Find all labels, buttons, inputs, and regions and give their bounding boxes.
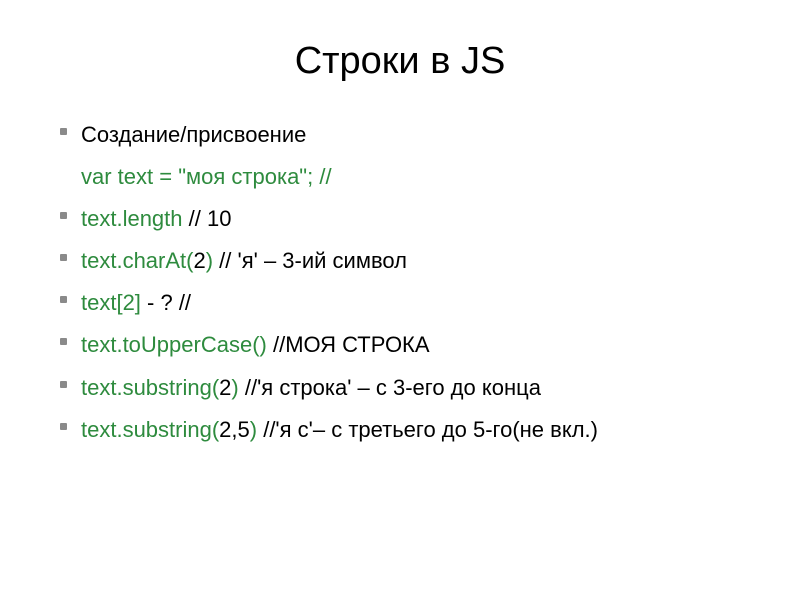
code-string-literal: "моя строка": [178, 164, 307, 189]
code-length: text.length: [81, 206, 183, 231]
code-charat-close: ): [206, 248, 213, 273]
code-charat-open: text.charAt(: [81, 248, 193, 273]
bullet-icon: [60, 296, 67, 303]
comment-substr2: //'я с'– с третьего до 5-го(не вкл.): [257, 417, 598, 442]
comment-index: - ? //: [141, 290, 191, 315]
code-trailing: ; //: [307, 164, 331, 189]
text-line-4: text.charAt(2) // 'я' – 3-ий символ: [81, 244, 407, 278]
bullet-line-5: text[2] - ? //: [60, 286, 740, 320]
code-upper: text.toUpperCase(): [81, 332, 267, 357]
bullet-line-1: Создание/присвоение: [60, 118, 740, 152]
slide-content: Создание/присвоение var text = "моя стро…: [60, 118, 740, 447]
code-substr1-close: ): [231, 375, 238, 400]
code-substr2-open: text.substring(: [81, 417, 219, 442]
code-index: text[2]: [81, 290, 141, 315]
code-substr2-close: ): [250, 417, 257, 442]
code-var-decl: var text =: [81, 164, 178, 189]
comment-length: // 10: [183, 206, 232, 231]
bullet-line-3: text.length // 10: [60, 202, 740, 236]
bullet-icon: [60, 338, 67, 345]
bullet-icon: [60, 381, 67, 388]
bullet-line-6: text.toUpperCase() //МОЯ СТРОКА: [60, 328, 740, 362]
text-line-6: text.toUpperCase() //МОЯ СТРОКА: [81, 328, 430, 362]
arg-substr1: 2: [219, 375, 231, 400]
comment-upper: //МОЯ СТРОКА: [267, 332, 430, 357]
text-line-5: text[2] - ? //: [81, 286, 191, 320]
comment-charat: // 'я' – 3-ий символ: [213, 248, 407, 273]
bullet-icon: [60, 128, 67, 135]
bullet-icon: [60, 254, 67, 261]
bullet-icon: [60, 212, 67, 219]
bullet-line-4: text.charAt(2) // 'я' – 3-ий символ: [60, 244, 740, 278]
slide-title: Строки в JS: [60, 40, 740, 83]
text-line-8: text.substring(2,5) //'я с'– с третьего …: [81, 413, 598, 447]
slide-container: Строки в JS Создание/присвоение var text…: [0, 0, 800, 600]
text-line-7: text.substring(2) //'я строка' – с 3-его…: [81, 371, 541, 405]
arg-2: 2: [193, 248, 205, 273]
bullet-icon: [60, 423, 67, 430]
code-substr1-open: text.substring(: [81, 375, 219, 400]
text-line-3: text.length // 10: [81, 202, 231, 236]
line-2: var text = "моя строка"; //: [60, 160, 740, 194]
arg-substr2: 2,5: [219, 417, 250, 442]
bullet-line-7: text.substring(2) //'я строка' – с 3-его…: [60, 371, 740, 405]
text-line-1: Создание/присвоение: [81, 118, 306, 152]
comment-substr1: //'я строка' – с 3-его до конца: [239, 375, 541, 400]
bullet-line-8: text.substring(2,5) //'я с'– с третьего …: [60, 413, 740, 447]
